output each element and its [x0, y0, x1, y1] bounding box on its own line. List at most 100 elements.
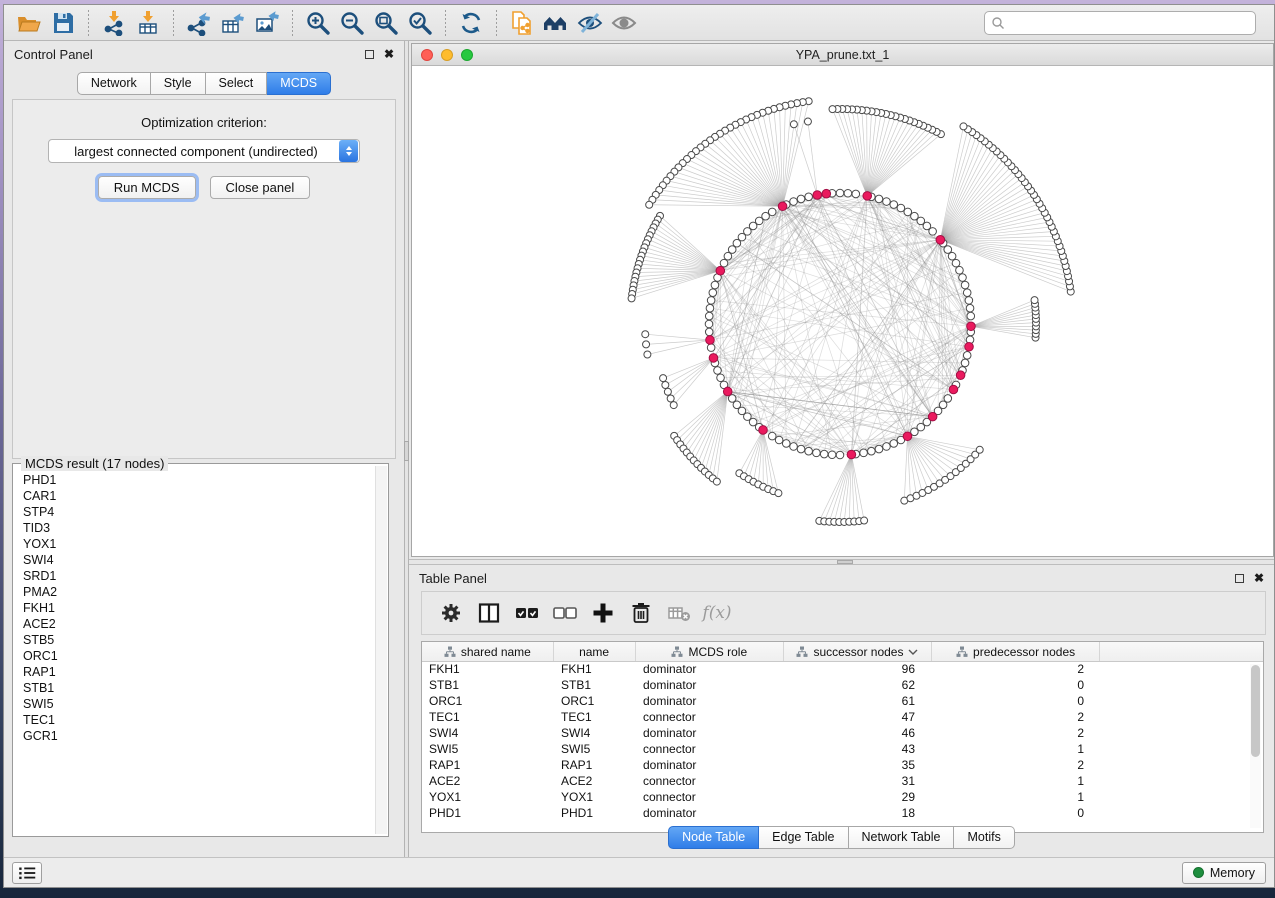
table-body: FKH1FKH1dominator962STB1STB1dominator620… — [422, 662, 1263, 822]
network-window-titlebar[interactable]: YPA_prune.txt_1 — [412, 44, 1273, 66]
column-header-predecessor-nodes[interactable]: predecessor nodes — [932, 642, 1101, 661]
table-row[interactable]: YOX1YOX1connector291 — [422, 790, 1263, 806]
mcds-node-item[interactable]: SWI5 — [23, 696, 374, 712]
mcds-node-item[interactable]: GCR1 — [23, 728, 374, 744]
table-panel-title: Table Panel — [419, 571, 487, 586]
zoom-fit-button[interactable] — [369, 8, 403, 38]
close-panel-icon[interactable]: ✖ — [384, 48, 394, 60]
new-network-from-selection-button[interactable] — [505, 8, 539, 38]
import-table-button[interactable] — [131, 8, 165, 38]
delete-column-button[interactable] — [622, 595, 660, 631]
table-row[interactable]: STB1STB1dominator620 — [422, 678, 1263, 694]
mcds-node-item[interactable]: STP4 — [23, 504, 374, 520]
control-panel-tabs: NetworkStyleSelectMCDS — [4, 72, 404, 95]
mcds-node-item[interactable]: RAP1 — [23, 664, 374, 680]
tab-node-table[interactable]: Node Table — [668, 826, 759, 849]
export-network-button[interactable] — [182, 8, 216, 38]
column-header-shared-name[interactable]: shared name — [422, 642, 554, 661]
column-visibility-button[interactable] — [470, 595, 508, 631]
mcds-node-item[interactable]: PHD1 — [23, 472, 374, 488]
table-row[interactable]: FKH1FKH1dominator962 — [422, 662, 1263, 678]
columns-icon — [477, 601, 501, 625]
zoom-out-icon — [339, 10, 365, 36]
tab-select[interactable]: Select — [206, 72, 268, 95]
import-table-icon — [135, 10, 161, 36]
table-scrollbar-thumb[interactable] — [1251, 665, 1260, 757]
zoom-out-button[interactable] — [335, 8, 369, 38]
hide-selected-button[interactable] — [573, 8, 607, 38]
open-session-button[interactable] — [12, 8, 46, 38]
table-row[interactable]: ORC1ORC1dominator610 — [422, 694, 1263, 710]
task-history-button[interactable] — [12, 862, 42, 884]
tab-network[interactable]: Network — [77, 72, 151, 95]
zoom-selected-button[interactable] — [403, 8, 437, 38]
mcds-node-item[interactable]: STB5 — [23, 632, 374, 648]
table-row[interactable]: TEC1TEC1connector472 — [422, 710, 1263, 726]
close-table-panel-icon[interactable]: ✖ — [1254, 572, 1264, 584]
mcds-node-item[interactable]: STB1 — [23, 680, 374, 696]
column-header-name[interactable]: name — [554, 642, 636, 661]
table-row[interactable]: ACE2ACE2connector311 — [422, 774, 1263, 790]
float-panel-icon[interactable] — [365, 50, 374, 59]
mcds-result-group: MCDS result (17 nodes) PHD1CAR1STP4TID3Y… — [12, 463, 389, 837]
tab-network-table[interactable]: Network Table — [849, 826, 955, 849]
table-scrollbar[interactable] — [1250, 664, 1261, 828]
refresh-icon — [458, 10, 484, 36]
zoom-in-button[interactable] — [301, 8, 335, 38]
open-session-icon — [16, 10, 42, 36]
mcds-result-list[interactable]: PHD1CAR1STP4TID3YOX1SWI4SRD1PMA2FKH1ACE2… — [15, 466, 374, 834]
main-toolbar — [4, 5, 1274, 41]
network-graph[interactable] — [412, 66, 1273, 556]
network-window: YPA_prune.txt_1 — [411, 43, 1274, 557]
table-row[interactable]: PHD1PHD1dominator180 — [422, 806, 1263, 822]
export-table-button[interactable] — [216, 8, 250, 38]
select-all-rows-button[interactable] — [508, 595, 546, 631]
table-row[interactable]: SWI5SWI5connector431 — [422, 742, 1263, 758]
mcds-node-item[interactable]: ORC1 — [23, 648, 374, 664]
close-panel-button[interactable]: Close panel — [210, 176, 311, 199]
mcds-node-item[interactable]: CAR1 — [23, 488, 374, 504]
tab-motifs[interactable]: Motifs — [954, 826, 1014, 849]
float-table-panel-icon[interactable] — [1235, 574, 1244, 583]
mcds-node-item[interactable]: ACE2 — [23, 616, 374, 632]
list-icon — [16, 862, 38, 884]
table-row[interactable]: SWI4SWI4dominator462 — [422, 726, 1263, 742]
mcds-node-item[interactable]: SRD1 — [23, 568, 374, 584]
import-network-button[interactable] — [97, 8, 131, 38]
tab-mcds[interactable]: MCDS — [267, 72, 331, 95]
mcds-result-scrollbar[interactable] — [375, 466, 387, 834]
mcds-node-item[interactable]: PMA2 — [23, 584, 374, 600]
table-settings-button[interactable] — [432, 595, 470, 631]
mcds-node-item[interactable]: FKH1 — [23, 600, 374, 616]
optimization-criterion-value: largest connected component (undirected) — [49, 144, 339, 159]
memory-button[interactable]: Memory — [1182, 862, 1266, 884]
horizontal-splitter-handle[interactable] — [837, 560, 853, 564]
show-all-button[interactable] — [607, 8, 641, 38]
sort-chevron-icon — [908, 649, 918, 655]
mcds-node-item[interactable]: SWI4 — [23, 552, 374, 568]
search-input[interactable] — [984, 11, 1256, 35]
export-image-button[interactable] — [250, 8, 284, 38]
function-builder-button: f(x) — [698, 595, 736, 631]
network-canvas[interactable] — [412, 66, 1273, 556]
table-row[interactable]: RAP1RAP1dominator352 — [422, 758, 1263, 774]
tab-style[interactable]: Style — [151, 72, 206, 95]
deselect-all-rows-button[interactable] — [546, 595, 584, 631]
first-neighbors-button[interactable] — [539, 8, 573, 38]
run-mcds-button[interactable]: Run MCDS — [98, 176, 196, 199]
status-bar: Memory — [4, 857, 1274, 887]
column-header-MCDS-role[interactable]: MCDS role — [636, 642, 785, 661]
save-session-button[interactable] — [46, 8, 80, 38]
import-network-icon — [101, 10, 127, 36]
mcds-node-item[interactable]: TID3 — [23, 520, 374, 536]
mcds-node-item[interactable]: TEC1 — [23, 712, 374, 728]
tab-edge-table[interactable]: Edge Table — [759, 826, 848, 849]
optimization-criterion-select[interactable]: largest connected component (undirected) — [48, 139, 360, 163]
delete-table-button — [660, 595, 698, 631]
column-header-successor-nodes[interactable]: successor nodes — [784, 642, 932, 661]
search-box — [984, 11, 1256, 35]
add-column-button[interactable] — [584, 595, 622, 631]
show-all-icon — [611, 10, 637, 36]
mcds-node-item[interactable]: YOX1 — [23, 536, 374, 552]
refresh-layout-button[interactable] — [454, 8, 488, 38]
